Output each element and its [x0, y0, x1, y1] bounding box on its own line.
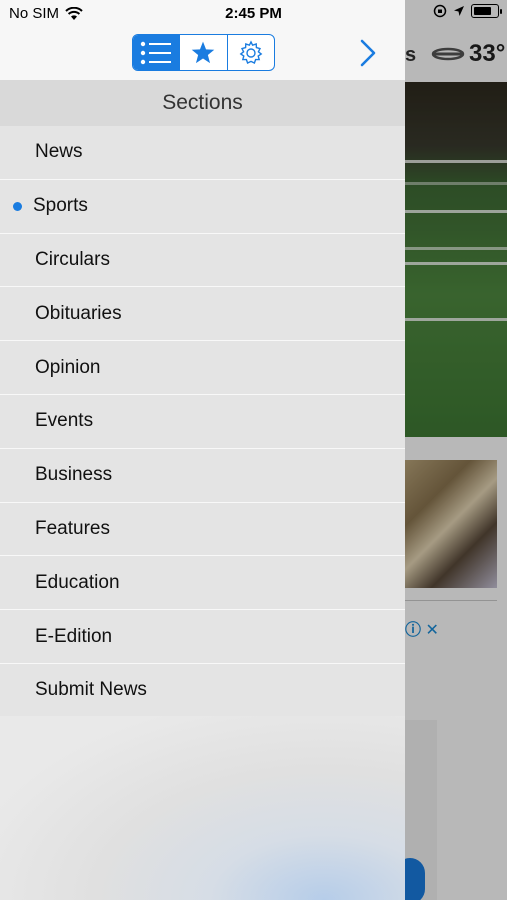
- menu-item-label: Circulars: [35, 248, 110, 270]
- menu-item-submit-news[interactable]: Submit News: [0, 663, 405, 718]
- menu-item-label: Business: [35, 464, 113, 486]
- menu-item-opinion[interactable]: Opinion: [0, 341, 405, 395]
- menu-item-label: Events: [35, 410, 94, 432]
- tab-settings[interactable]: [228, 35, 274, 70]
- location-icon: [454, 6, 464, 16]
- menu-item-obituaries[interactable]: Obituaries: [0, 287, 405, 342]
- selected-indicator: [13, 201, 22, 211]
- list-icon: [140, 41, 172, 64]
- menu-item-sports[interactable]: Sports: [0, 179, 405, 234]
- battery-icon: [471, 4, 502, 18]
- menu-item-e-edition[interactable]: E-Edition: [0, 610, 405, 664]
- menu-item-business[interactable]: Business: [0, 448, 405, 503]
- menu-item-circulars[interactable]: Circulars: [0, 233, 405, 288]
- gear-icon: [239, 39, 263, 64]
- chevron-right-icon[interactable]: [356, 38, 380, 68]
- menu-item-news[interactable]: News: [0, 126, 405, 180]
- orientation-lock-icon: [433, 4, 447, 18]
- menu-item-label: Submit News: [35, 679, 147, 701]
- menu-item-label: Features: [35, 517, 110, 539]
- menu-item-label: Opinion: [35, 356, 101, 378]
- menu-item-label: Education: [35, 571, 120, 593]
- status-time: 2:45 PM: [225, 5, 282, 22]
- drawer-segmented-control: [132, 34, 275, 71]
- menu-item-label: E-Edition: [35, 625, 113, 647]
- tab-sections[interactable]: [133, 35, 181, 70]
- menu-item-label: Sports: [33, 195, 88, 217]
- sections-menu: News Sports Circulars Obituaries Opinion…: [0, 126, 405, 718]
- menu-item-features[interactable]: Features: [0, 502, 405, 557]
- menu-item-label: News: [35, 141, 83, 163]
- status-right: [433, 4, 502, 18]
- tab-favorites[interactable]: [180, 35, 228, 70]
- status-bar: No SIM 2:45 PM: [0, 0, 507, 28]
- menu-item-education[interactable]: Education: [0, 556, 405, 611]
- sections-header: Sections: [0, 80, 405, 126]
- star-icon: [192, 41, 215, 63]
- menu-item-label: Obituaries: [35, 302, 122, 324]
- side-drawer: Sections News Sports Circulars Obituarie…: [0, 0, 405, 900]
- dim-overlay[interactable]: [405, 0, 507, 900]
- drawer-empty-area: [0, 716, 405, 900]
- menu-item-events[interactable]: Events: [0, 394, 405, 449]
